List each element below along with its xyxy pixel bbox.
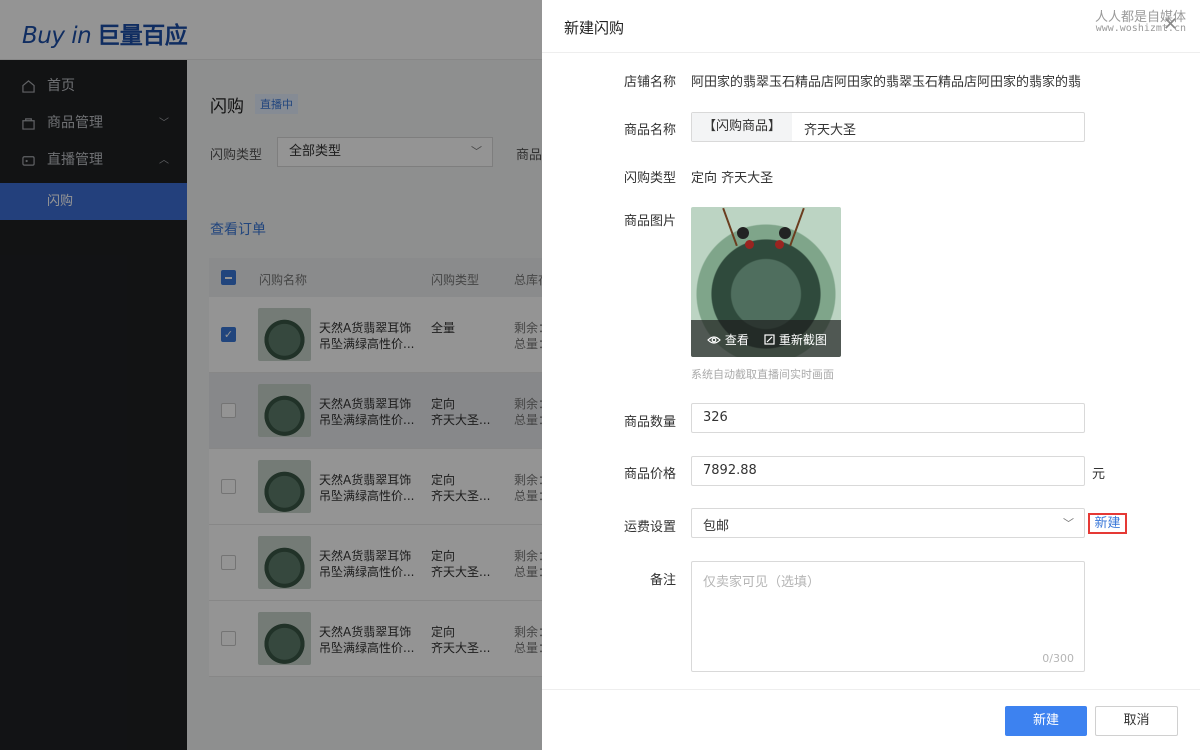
image-hint: 系统自动截取直播间实时画面 [691, 368, 834, 381]
product-name-label: 商品名称 [623, 123, 676, 138]
product-name-input[interactable]: 【闪购商品】 齐天大圣 [691, 112, 1085, 142]
note-label: 备注 [649, 573, 676, 588]
crop-icon [764, 334, 775, 345]
shipping-select[interactable]: 包邮 ﹀ [691, 508, 1085, 538]
price-label: 商品价格 [623, 467, 676, 482]
watermark-url: www.woshizmt.cn [1095, 23, 1186, 34]
flash-type-value: 定向 齐天大圣 [691, 171, 774, 186]
note-placeholder: 仅卖家可见（选填） [703, 575, 821, 590]
price-unit: 元 [1092, 467, 1106, 482]
recapture-button[interactable]: 重新截图 [764, 331, 827, 348]
note-char-count: 0/300 [1042, 652, 1074, 665]
shop-name-value: 阿田家的翡翠玉石精品店阿田家的翡翠玉石精品店阿田家的翡家的翡 [691, 75, 1082, 90]
view-image-button[interactable]: 查看 [707, 331, 749, 348]
shop-name-label: 店铺名称 [623, 75, 676, 90]
flash-type-label: 闪购类型 [623, 171, 676, 186]
note-textarea[interactable]: 仅卖家可见（选填） 0/300 [691, 561, 1085, 672]
cancel-button[interactable]: 取消 [1095, 706, 1178, 736]
product-name-prefix: 【闪购商品】 [692, 113, 792, 141]
eye-icon [707, 336, 721, 344]
product-name-value: 齐天大圣 [804, 123, 857, 138]
product-image-label: 商品图片 [623, 214, 676, 229]
chevron-down-icon: ﹀ [1063, 517, 1074, 530]
modal-overlay[interactable] [0, 0, 542, 750]
drawer-header: 新建闪购 ✕ 人人都是自媒体 www.woshizmt.cn [542, 0, 1200, 53]
price-input[interactable]: 7892.88 [691, 456, 1085, 486]
drawer-footer: 新建 取消 [542, 689, 1200, 750]
drawer-title: 新建闪购 [564, 19, 625, 37]
quantity-label: 商品数量 [623, 415, 676, 430]
product-image: 查看 重新截图 [691, 207, 841, 357]
new-shipping-template-link[interactable]: 新建 [1088, 513, 1127, 534]
shipping-label: 运费设置 [623, 520, 676, 535]
quantity-input[interactable]: 326 [691, 403, 1085, 433]
new-flash-sale-drawer: 新建闪购 ✕ 人人都是自媒体 www.woshizmt.cn 店铺名称 阿田家的… [542, 0, 1200, 750]
submit-button[interactable]: 新建 [1005, 706, 1087, 736]
image-action-bar: 查看 重新截图 [691, 320, 841, 357]
